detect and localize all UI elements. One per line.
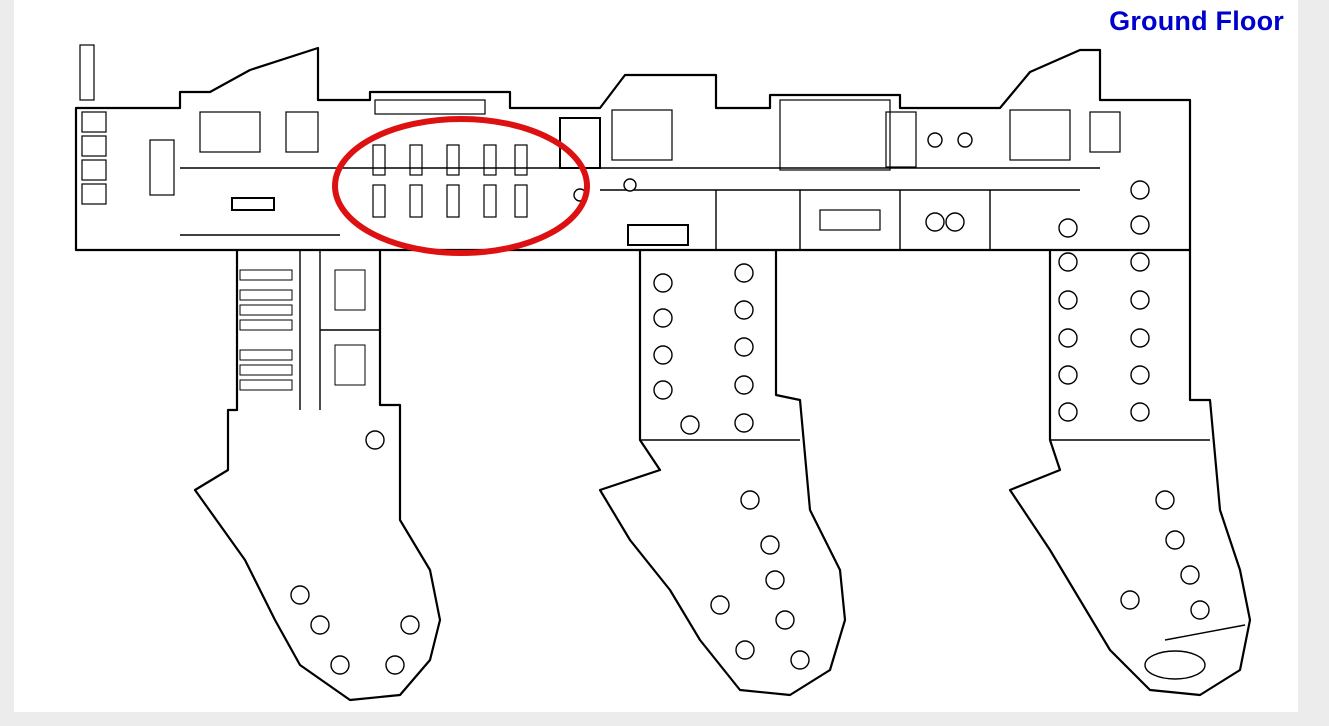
pod [1130,328,1150,348]
pod [1155,490,1175,510]
pod [1130,290,1150,310]
room [81,135,107,157]
desk [239,319,293,331]
room [1089,111,1121,153]
middle-wing-outline [598,250,847,697]
bookshelf [446,184,460,218]
room [81,159,107,181]
pod [365,430,385,450]
pod [1130,252,1150,272]
pod [653,345,673,365]
pod [653,380,673,400]
pod [653,308,673,328]
pod [734,263,754,283]
pod [925,212,945,232]
pod [1120,590,1140,610]
pod [734,300,754,320]
pod [330,655,350,675]
desk [239,269,293,281]
room [199,111,261,153]
pod [1130,402,1150,422]
pod [1058,402,1078,422]
pod [1130,215,1150,235]
conference-table [1144,650,1206,680]
room [79,44,95,101]
bookshelf [372,144,386,176]
pod [1058,218,1078,238]
room [81,111,107,133]
bookshelf [514,184,528,218]
bookshelf [372,184,386,218]
pod [680,415,700,435]
room [81,183,107,205]
workstation-pods [290,132,1210,675]
bookshelf [446,144,460,176]
pod [653,273,673,293]
floor-plan-map [74,44,1252,702]
pod [1058,328,1078,348]
pod [1058,365,1078,385]
pod [760,535,780,555]
pod [945,212,965,232]
right-wing-outline [1008,250,1252,697]
desk [334,344,366,386]
room [285,111,319,153]
pod [1058,252,1078,272]
room [1009,109,1071,161]
pod [710,595,730,615]
bookshelf [514,144,528,176]
room [779,99,891,171]
pod [775,610,795,630]
pod [1130,180,1150,200]
pod [927,132,943,148]
pod [734,413,754,433]
desk [239,349,293,361]
pod [790,650,810,670]
desk [239,379,293,391]
desk [239,289,293,301]
pod [1180,565,1200,585]
room [374,99,486,115]
room [611,109,673,161]
wing-partition [1164,624,1246,641]
pod [1058,290,1078,310]
pod [765,570,785,590]
room [819,209,881,231]
desk [239,304,293,316]
room [149,139,175,196]
pod [734,375,754,395]
pod [623,178,637,192]
pod [740,490,760,510]
desk [334,269,366,311]
bookshelf [483,184,497,218]
bookshelf [483,144,497,176]
pod [310,615,330,635]
pod [1165,530,1185,550]
pod [400,615,420,635]
room [627,224,689,246]
pod [290,585,310,605]
bookshelf [409,184,423,218]
pod [734,337,754,357]
pod [957,132,973,148]
desk [239,364,293,376]
pod [1190,600,1210,620]
bookshelf-stacks [372,144,528,218]
building-spine-outline [74,46,1192,252]
pod [735,640,755,660]
room [231,197,275,211]
pod [385,655,405,675]
bookshelf [409,144,423,176]
pod [1130,365,1150,385]
